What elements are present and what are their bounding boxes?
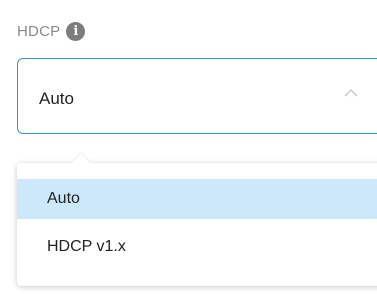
hdcp-select[interactable]: Auto (17, 58, 377, 134)
hdcp-label: HDCP (17, 22, 61, 40)
chevron-up-icon (344, 89, 358, 97)
option-hdcp-v1x[interactable]: HDCP v1.x (17, 227, 377, 267)
hdcp-label-row: HDCP i (17, 20, 86, 42)
dropdown-menu: Auto HDCP v1.x (17, 153, 377, 286)
option-auto[interactable]: Auto (17, 179, 377, 219)
dropdown-caret (72, 153, 90, 171)
info-icon[interactable]: i (66, 21, 86, 41)
select-value: Auto (39, 89, 74, 108)
hdcp-setting: HDCP i Auto Auto HDCP v1.x (0, 0, 377, 294)
